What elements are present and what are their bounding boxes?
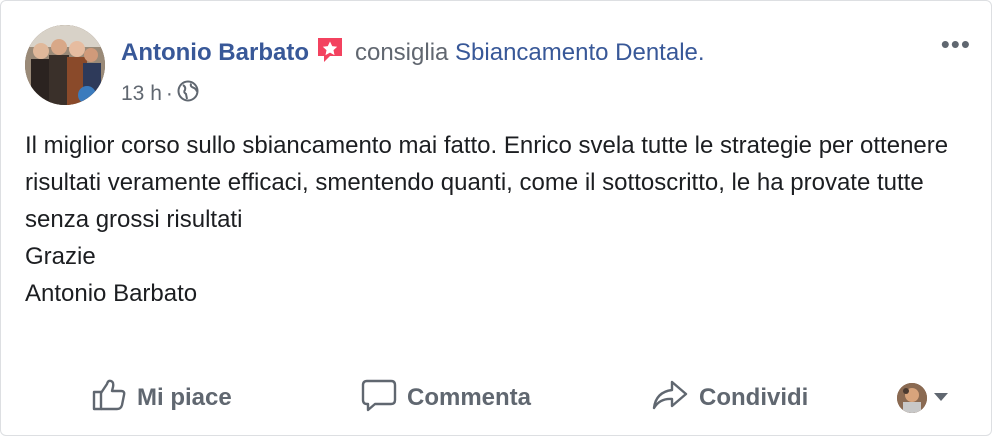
post-paragraph: Antonio Barbato (25, 280, 198, 307)
share-button[interactable]: Condividi (651, 373, 808, 423)
like-label: Mi piace (137, 384, 232, 411)
page-link-period: . (697, 39, 705, 66)
post-actions: Mi piace Commenta Condividi (1, 373, 991, 423)
post-paragraph: Il miglior corso sullo sbiancamento mai … (25, 132, 949, 233)
like-button[interactable]: Mi piace (91, 373, 232, 423)
reactor-selector[interactable] (897, 383, 949, 413)
author-name[interactable]: Antonio Barbato (121, 39, 309, 66)
share-arrow-icon (651, 379, 689, 418)
post-timestamp-line: 13 h · (121, 80, 705, 108)
post-meta: Antonio Barbato consiglia Sbiancamento De… (121, 35, 705, 108)
post-time[interactable]: 13 h (121, 82, 162, 106)
comment-button[interactable]: Commenta (361, 373, 531, 423)
recommend-star-icon (315, 35, 345, 72)
chevron-down-icon (933, 389, 949, 407)
avatar-photo (25, 25, 105, 105)
thumbs-up-icon (91, 378, 127, 419)
post-paragraph: Grazie (25, 243, 96, 270)
reactor-avatar (897, 383, 927, 413)
share-label: Condividi (699, 384, 809, 411)
recommends-text: consiglia (354, 39, 449, 66)
post-title-line: Antonio Barbato consiglia Sbiancamento De… (121, 35, 705, 72)
comment-label: Commenta (407, 384, 532, 411)
meta-separator: · (165, 82, 173, 105)
comment-icon (361, 378, 397, 419)
post-body: Il miglior corso sullo sbiancamento mai … (25, 127, 951, 312)
globe-icon[interactable] (177, 80, 199, 108)
post-header: Antonio Barbato consiglia Sbiancamento De… (25, 25, 971, 109)
author-avatar[interactable] (25, 25, 105, 105)
more-options-button[interactable]: ••• (941, 29, 971, 60)
post-card: Antonio Barbato consiglia Sbiancamento De… (0, 0, 992, 436)
page-link[interactable]: Sbiancamento Dentale (455, 39, 698, 66)
